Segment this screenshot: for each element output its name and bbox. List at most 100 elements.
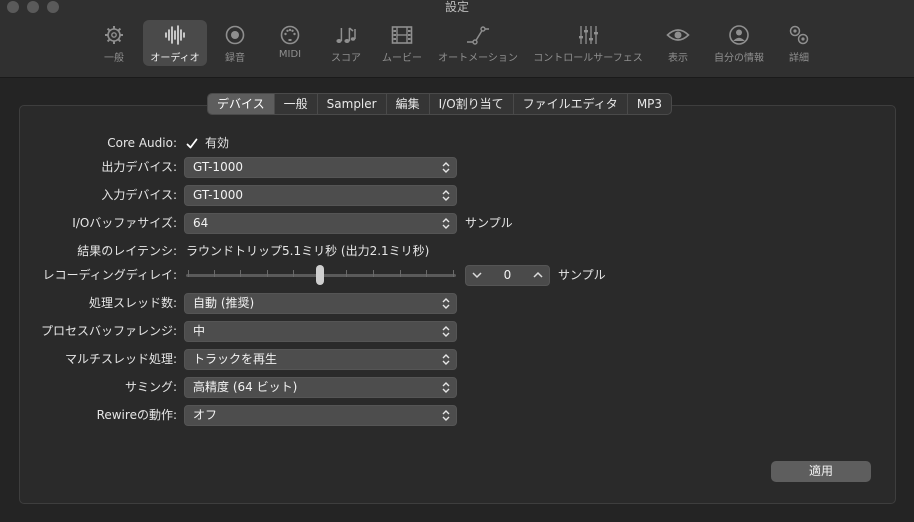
toolbar-general-label: 一般 — [104, 53, 124, 64]
faders-icon — [579, 26, 598, 44]
chevron-down-icon[interactable] — [468, 266, 486, 285]
checkmark-icon — [186, 138, 198, 149]
toolbar-record[interactable]: 録音 — [212, 20, 258, 66]
multithread-value: トラックを再生 — [193, 352, 278, 366]
rewire-select[interactable]: オフ — [184, 405, 457, 426]
rewire-value: オフ — [193, 408, 218, 422]
summing-label: サミング: — [124, 380, 177, 394]
tab-sampler[interactable]: Sampler — [318, 94, 387, 114]
recording-delay-value[interactable]: 0 — [486, 266, 529, 285]
multithread-label: マルチスレッド処理: — [64, 352, 177, 366]
summing-value: 高精度 (64 ビット) — [193, 380, 298, 394]
io-buffer-label: I/Oバッファサイズ: — [72, 216, 177, 230]
updown-chevron-icon — [442, 354, 450, 365]
gears-icon — [789, 25, 809, 45]
gear-icon — [105, 26, 123, 44]
slider-tick — [426, 270, 427, 277]
output-device-select[interactable]: GT-1000 — [184, 157, 457, 178]
toolbar: 設定 一般 オーディオ 録音 MIDI スコア ムービー オートメーション コン… — [0, 0, 914, 78]
summing-select[interactable]: 高精度 (64 ビット) — [184, 377, 457, 398]
multithread-select[interactable]: トラックを再生 — [184, 349, 457, 370]
core-audio-checkbox[interactable] — [185, 136, 199, 150]
slider-tick — [214, 270, 215, 277]
slider-tick — [453, 270, 454, 277]
buffer-range-select[interactable]: 中 — [184, 321, 457, 342]
slider-tick — [240, 270, 241, 277]
toolbar-score-label: スコア — [331, 53, 361, 64]
latency-label: 結果のレイテンシ: — [77, 244, 177, 258]
threads-label: 処理スレッド数: — [88, 296, 177, 310]
toolbar-my-info-label: 自分の情報 — [714, 53, 764, 64]
toolbar-record-label: 録音 — [225, 53, 245, 64]
slider-tick — [400, 270, 401, 277]
automation-icon — [467, 26, 489, 45]
output-device-label: 出力デバイス: — [101, 160, 177, 174]
output-device-value: GT-1000 — [193, 160, 243, 174]
apply-button[interactable]: 適用 — [771, 461, 871, 482]
updown-chevron-icon — [442, 382, 450, 393]
io-buffer-value: 64 — [193, 216, 209, 230]
updown-chevron-icon — [442, 190, 450, 201]
io-buffer-unit: サンプル — [465, 216, 513, 230]
updown-chevron-icon — [442, 410, 450, 421]
buffer-range-label: プロセスバッファレンジ: — [40, 324, 177, 338]
window-title: 設定 — [444, 0, 469, 14]
recording-delay-unit: サンプル — [558, 268, 606, 282]
score-icon — [336, 27, 356, 43]
film-icon — [391, 26, 413, 44]
toolbar-audio-label: オーディオ — [150, 53, 200, 64]
toolbar-score[interactable]: スコア — [322, 20, 370, 66]
threads-value: 自動 (推奨) — [193, 296, 255, 310]
waveform-icon — [165, 25, 185, 45]
toolbar-advanced-label: 詳細 — [789, 53, 809, 64]
core-audio-enabled-label: 有効 — [205, 136, 230, 150]
tab-file-editor[interactable]: ファイルエディタ — [514, 94, 628, 114]
input-device-select[interactable]: GT-1000 — [184, 185, 457, 206]
chevron-up-icon[interactable] — [529, 266, 547, 285]
toolbar-general[interactable]: 一般 — [90, 20, 138, 66]
slider-tick — [267, 270, 268, 277]
toolbar-view-label: 表示 — [668, 53, 688, 64]
updown-chevron-icon — [442, 218, 450, 229]
recording-delay-slider-knob[interactable] — [316, 265, 324, 285]
slider-tick — [293, 270, 294, 277]
slider-tick — [346, 270, 347, 277]
tab-io-assignments[interactable]: I/O割り当て — [430, 94, 514, 114]
tab-general[interactable]: 一般 — [275, 94, 318, 114]
slider-tick — [373, 270, 374, 277]
toolbar-movie-label: ムービー — [382, 53, 422, 64]
slider-tick — [188, 270, 189, 277]
input-device-label: 入力デバイス: — [101, 188, 177, 202]
toolbar-view[interactable]: 表示 — [654, 20, 702, 66]
tab-devices[interactable]: デバイス — [208, 94, 275, 114]
toolbar-my-info[interactable]: 自分の情報 — [709, 20, 769, 66]
toolbar-audio[interactable]: オーディオ — [143, 20, 207, 66]
tab-mp3[interactable]: MP3 — [628, 94, 671, 114]
toolbar-control-surfaces-label: コントロールサーフェス — [533, 53, 643, 64]
toolbar-movie[interactable]: ムービー — [378, 20, 426, 66]
toolbar-automation[interactable]: オートメーション — [434, 20, 522, 66]
toolbar-advanced[interactable]: 詳細 — [776, 20, 822, 66]
buffer-range-value: 中 — [193, 324, 206, 338]
rewire-label: Rewireの動作: — [96, 408, 177, 422]
toolbar-control-surfaces[interactable]: コントロールサーフェス — [529, 20, 647, 66]
midi-icon — [280, 25, 300, 45]
person-icon — [729, 25, 749, 45]
toolbar-midi-label: MIDI — [278, 49, 302, 60]
toolbar-automation-label: オートメーション — [438, 53, 518, 64]
updown-chevron-icon — [442, 326, 450, 337]
updown-chevron-icon — [442, 298, 450, 309]
recording-delay-label: レコーディングディレイ: — [42, 268, 177, 282]
updown-chevron-icon — [442, 162, 450, 173]
tab-editing[interactable]: 編集 — [387, 94, 430, 114]
preferences-window: 設定 一般 オーディオ 録音 MIDI スコア ムービー オートメーション コン… — [0, 0, 914, 522]
io-buffer-select[interactable]: 64 — [184, 213, 457, 234]
threads-select[interactable]: 自動 (推奨) — [184, 293, 457, 314]
toolbar-midi[interactable]: MIDI — [266, 20, 314, 66]
eye-icon — [666, 29, 690, 41]
record-icon — [225, 25, 245, 45]
core-audio-label: Core Audio: — [107, 136, 177, 150]
input-device-value: GT-1000 — [193, 188, 243, 202]
tab-bar: デバイス 一般 Sampler 編集 I/O割り当て ファイルエディタ MP3 — [207, 93, 673, 115]
recording-delay-stepper: 0 — [465, 265, 550, 286]
